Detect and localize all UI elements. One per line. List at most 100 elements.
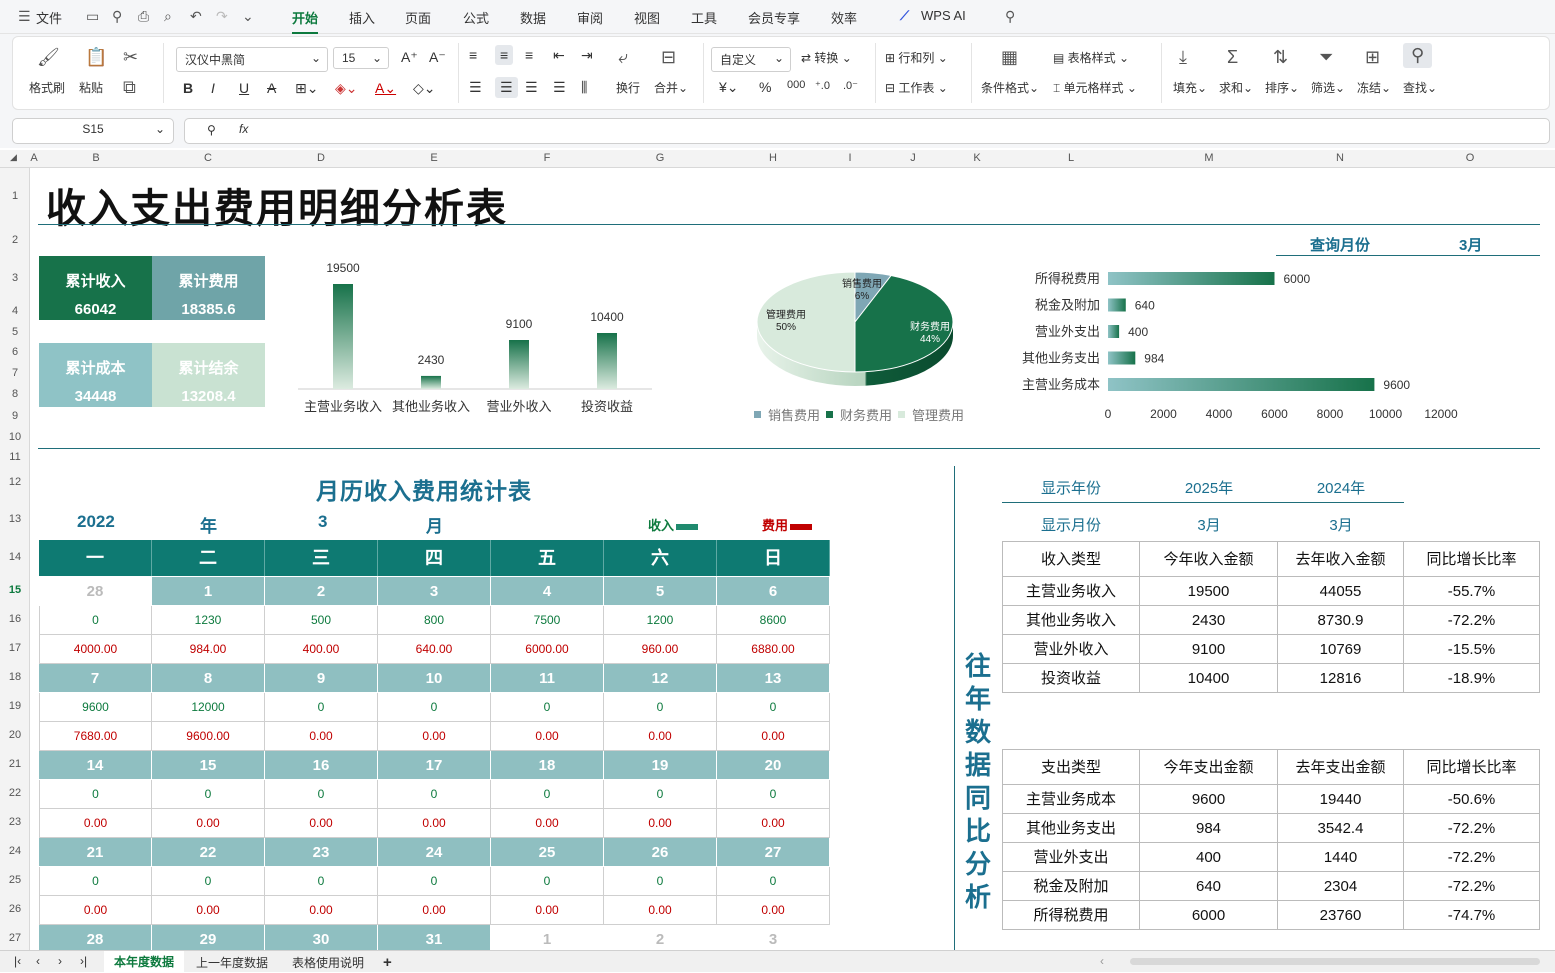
calendar-income-cell[interactable]: 0 [152,867,265,896]
sort-button[interactable]: 排序⌄ [1265,79,1299,96]
table-cell[interactable]: -15.5% [1404,635,1540,664]
calendar-expense-cell[interactable]: 984.00 [152,635,265,664]
table-cell[interactable]: -72.2% [1404,814,1540,843]
conditional-format-button[interactable]: 条件格式⌄ [981,79,1039,96]
strikethrough-icon[interactable]: A [267,80,276,96]
row-header-12[interactable]: 12 [0,476,30,488]
search-icon[interactable]: ⚲ [1005,8,1015,25]
row-header-14[interactable]: 14 [0,551,30,563]
calendar-day[interactable]: 18 [491,751,604,780]
menu-tab-8[interactable]: 会员专享 [748,8,800,27]
calendar-day[interactable]: 16 [265,751,378,780]
row-header-9[interactable]: 9 [0,410,30,422]
calendar-income-cell[interactable]: 0 [265,693,378,722]
table-cell[interactable]: 44055 [1278,577,1404,606]
currency-icon[interactable]: ¥⌄ [719,79,739,96]
rows-cols-button[interactable]: ⊞ 行和列 ⌄ [885,49,948,66]
bold-icon[interactable]: B [183,80,193,96]
merge-button[interactable]: 合并⌄ [654,79,688,96]
fill-button[interactable]: 填充⌄ [1173,79,1207,96]
calendar-expense-cell[interactable]: 0.00 [378,896,491,925]
calendar-day[interactable]: 15 [152,751,265,780]
redo-icon[interactable]: ↷ [216,8,228,25]
align-middle-icon[interactable]: ≡ [495,45,514,65]
calendar-expense-cell[interactable]: 0.00 [152,809,265,838]
calendar-day[interactable]: 25 [491,838,604,867]
row-header-20[interactable]: 20 [0,729,30,741]
calendar-expense-cell[interactable]: 6000.00 [491,635,604,664]
menu-tab-9[interactable]: 效率 [831,8,857,27]
calendar-day[interactable]: 17 [378,751,491,780]
undo-icon[interactable]: ↶ [190,8,202,25]
select-all-icon[interactable]: ◢ [10,152,17,163]
row-header-3[interactable]: 3 [0,272,30,284]
calendar-day[interactable]: 9 [265,664,378,693]
row-header-2[interactable]: 2 [0,234,30,246]
row-header-5[interactable]: 5 [0,326,30,338]
calendar-expense-cell[interactable]: 4000.00 [39,635,152,664]
row-header-10[interactable]: 10 [0,431,30,443]
column-header-A[interactable]: A [28,152,40,164]
calendar-year[interactable]: 2022 [77,512,115,532]
calendar-day[interactable]: 8 [152,664,265,693]
paste-icon[interactable]: 📋 [85,47,107,68]
table-cell[interactable]: 营业外收入 [1002,635,1140,664]
column-header-M[interactable]: M [1203,152,1215,164]
conditional-format-icon[interactable]: ▦ [1001,47,1018,68]
calendar-income-cell[interactable]: 0 [604,693,717,722]
calendar-day[interactable]: 14 [39,751,152,780]
calendar-income-cell[interactable]: 0 [491,693,604,722]
calendar-income-cell[interactable]: 0 [604,780,717,809]
table-cell[interactable]: 投资收益 [1002,664,1140,693]
last-sheet-icon[interactable]: ›| [80,954,87,968]
calendar-day[interactable]: 10 [378,664,491,693]
column-header-D[interactable]: D [315,152,327,164]
calendar-expense-cell[interactable]: 0.00 [39,809,152,838]
align-right-icon[interactable]: ☰ [525,79,538,96]
menu-tab-3[interactable]: 公式 [463,8,489,27]
print-icon[interactable]: ⎙ [138,8,149,25]
calendar-income-cell[interactable]: 0 [39,780,152,809]
find-icon[interactable]: ⚲ [1403,43,1433,68]
calendar-income-cell[interactable]: 0 [491,867,604,896]
column-header-E[interactable]: E [428,152,440,164]
table-cell[interactable]: -72.2% [1404,872,1540,901]
column-header-L[interactable]: L [1065,152,1077,164]
table-cell[interactable]: 984 [1140,814,1278,843]
fill-icon[interactable]: ⤓ [1179,47,1187,68]
calendar-expense-cell[interactable]: 0.00 [491,722,604,751]
italic-icon[interactable]: I [211,80,215,96]
table-cell[interactable]: 主营业务收入 [1002,577,1140,606]
calendar-day[interactable]: 24 [378,838,491,867]
calendar-income-cell[interactable]: 0 [378,693,491,722]
table-cell[interactable]: 8730.9 [1278,606,1404,635]
row-header-24[interactable]: 24 [0,845,30,857]
calendar-month[interactable]: 3 [318,512,327,532]
table-cell[interactable]: 税金及附加 [1002,872,1140,901]
row-header-7[interactable]: 7 [0,367,30,379]
sheet-tab-0[interactable]: 本年度数据 [104,951,185,973]
row-header-15[interactable]: 15 [0,584,30,596]
calendar-income-cell[interactable]: 800 [378,606,491,635]
calendar-expense-cell[interactable]: 0.00 [604,896,717,925]
calendar-income-cell[interactable]: 8600 [717,606,830,635]
calendar-income-cell[interactable]: 7500 [491,606,604,635]
sum-button[interactable]: 求和⌄ [1219,79,1253,96]
row-header-13[interactable]: 13 [0,513,30,525]
calendar-income-cell[interactable]: 0 [717,867,830,896]
fx-icon[interactable]: fx [239,122,248,136]
cut-icon[interactable]: ✂ [123,47,138,68]
display-year-previous[interactable]: 2024年 [1278,477,1404,498]
sheet-tab-1[interactable]: 上一年度数据 [196,954,268,971]
border-icon[interactable]: ⊞⌄ [295,80,318,97]
calendar-expense-cell[interactable]: 640.00 [378,635,491,664]
calendar-expense-cell[interactable]: 0.00 [265,809,378,838]
calendar-day[interactable]: 4 [491,577,604,606]
horizontal-scrollbar[interactable] [1130,958,1540,965]
font-color-icon[interactable]: A⌄ [375,80,396,97]
calendar-income-cell[interactable]: 0 [39,606,152,635]
cell-style-button[interactable]: ⌶ 单元格样式 ⌄ [1053,79,1137,96]
row-header-18[interactable]: 18 [0,671,30,683]
calendar-expense-cell[interactable]: 400.00 [265,635,378,664]
scroll-left-icon[interactable]: ‹ [1100,954,1104,968]
